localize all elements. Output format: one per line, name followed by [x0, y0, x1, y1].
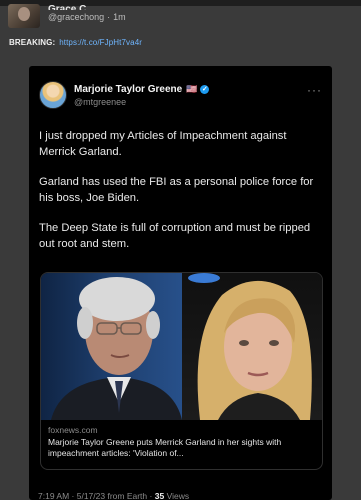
post-header: Grace C @gracechong·1m — [8, 4, 126, 28]
tweet-header: Marjorie Taylor Greene 🇺🇸 ✓ @mtgreenee — [39, 81, 210, 109]
tweet-author-name[interactable]: Marjorie Taylor Greene — [74, 84, 182, 95]
portrait-man-illustration — [51, 277, 182, 420]
link-preview-meta: foxnews.com Marjorie Taylor Greene puts … — [48, 425, 318, 459]
meta-separator: · — [107, 12, 111, 22]
views-label: Views — [166, 491, 190, 500]
tweet-paragraph: Garland has used the FBI as a personal p… — [39, 176, 314, 204]
photo-merrick-garland — [41, 273, 182, 420]
portrait-woman-illustration — [188, 273, 312, 420]
tweet-author-name-row: Marjorie Taylor Greene 🇺🇸 ✓ — [74, 83, 210, 95]
post-text: BREAKING: https://t.co/FJpHt7va4r — [9, 38, 142, 47]
verified-badge-icon: ✓ — [200, 84, 210, 94]
footer-separator: · — [149, 491, 153, 500]
post-time[interactable]: 1m — [113, 12, 126, 22]
author-handle[interactable]: @gracechong — [48, 12, 104, 22]
link-title[interactable]: Marjorie Taylor Greene puts Merrick Garl… — [48, 437, 318, 459]
tweet-paragraph: The Deep State is full of corruption and… — [39, 222, 311, 250]
more-options-icon[interactable]: ··· — [307, 83, 322, 97]
tweet-body: I just dropped my Articles of Impeachmen… — [39, 128, 324, 266]
tweet-author: Marjorie Taylor Greene 🇺🇸 ✓ @mtgreenee — [74, 83, 210, 107]
photo-marjorie-taylor-greene — [182, 273, 322, 420]
us-flag-icon: 🇺🇸 — [186, 83, 198, 94]
views-count: 35 — [154, 491, 165, 500]
avatar[interactable] — [8, 4, 40, 28]
tweet-avatar[interactable] — [39, 81, 67, 109]
tweet-timestamp[interactable]: 7:19 AM · 5/17/23 from Earth — [38, 491, 147, 500]
link-domain: foxnews.com — [48, 425, 98, 435]
post-link[interactable]: https://t.co/FJpHt7va4r — [59, 38, 142, 47]
author-meta: @gracechong · 1m — [48, 12, 126, 22]
embedded-tweet[interactable]: Marjorie Taylor Greene 🇺🇸 ✓ @mtgreenee ·… — [29, 66, 332, 500]
author-name[interactable]: Grace C — [48, 5, 126, 10]
post: Grace C @gracechong·1m BREAKING:https://… — [0, 0, 361, 500]
post-lead: BREAKING: — [9, 38, 56, 47]
link-preview-image[interactable] — [41, 273, 322, 420]
link-preview-card[interactable]: foxnews.com Marjorie Taylor Greene puts … — [40, 272, 323, 470]
tweet-footer: 7:19 AM · 5/17/23 from Earth · 35 Views — [38, 491, 189, 500]
author-block: Grace C @gracechong·1m — [48, 5, 126, 22]
tweet-paragraph: I just dropped my Articles of Impeachmen… — [39, 130, 287, 158]
tweet-author-handle[interactable]: @mtgreenee — [74, 97, 209, 107]
